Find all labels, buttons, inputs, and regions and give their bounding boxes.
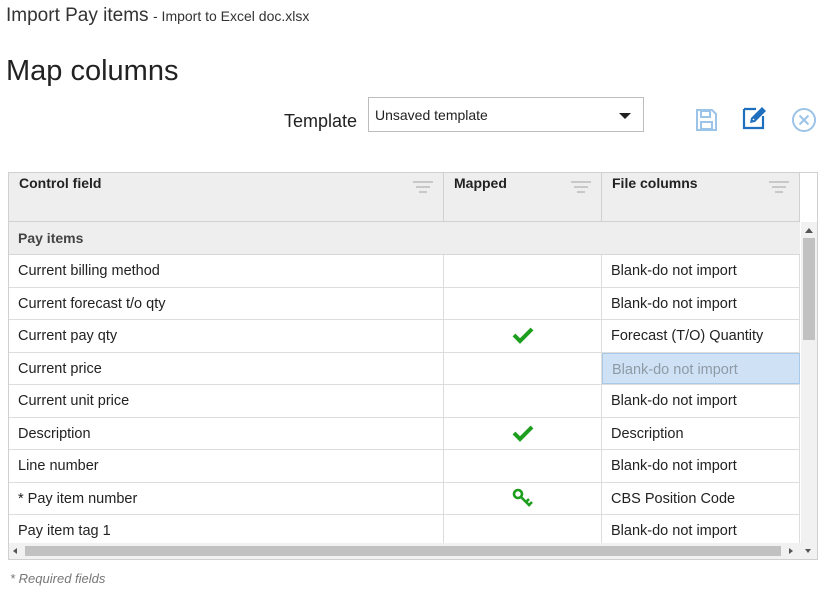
mapped-cell (444, 385, 602, 417)
table-row[interactable]: * Pay item number CBS Position Code (9, 482, 800, 515)
required-fields-note: * Required fields (10, 571, 106, 586)
mapped-cell (444, 482, 602, 514)
mapped-cell (444, 255, 602, 287)
table-row[interactable]: Current pay qty Forecast (T/O) Quantity (9, 320, 800, 353)
table-row[interactable]: Pay item tag 1 Blank-do not import (9, 515, 800, 543)
file-column-cell[interactable]: Blank-do not import (602, 255, 800, 287)
file-column-cell[interactable]: Description (602, 417, 800, 449)
column-header-mapped[interactable]: Mapped (444, 173, 602, 222)
page-title: Map columns (6, 55, 179, 87)
mapped-cell (444, 320, 602, 352)
save-icon (696, 109, 717, 131)
file-column-cell[interactable]: Blank-do not import (602, 385, 800, 417)
table-row[interactable]: Current forecast t/o qty Blank-do not imp… (9, 287, 800, 320)
filter-icon[interactable] (571, 181, 591, 195)
file-column-cell[interactable]: Blank-do not import (602, 450, 800, 482)
key-icon (512, 488, 534, 514)
mapped-cell (444, 287, 602, 319)
close-template-button[interactable] (791, 107, 817, 133)
table-row[interactable]: Description Description (9, 417, 800, 450)
file-column-cell[interactable]: Forecast (T/O) Quantity (602, 320, 800, 352)
scroll-right-icon[interactable] (789, 548, 793, 554)
table-row[interactable]: Current billing method Blank-do not impor… (9, 255, 800, 288)
scroll-down-icon[interactable] (805, 549, 811, 553)
dialog-header: Import Pay items - Import to Excel doc.x… (6, 5, 309, 27)
dialog-subtitle: - Import to Excel doc.xlsx (153, 8, 310, 24)
mapping-grid: Control field Mapped File columns Pay it… (8, 172, 818, 560)
group-row-pay-items[interactable]: Pay items (9, 222, 800, 255)
filter-icon[interactable] (413, 181, 433, 195)
mapped-cell (444, 515, 602, 543)
column-header-label: Control field (19, 175, 102, 191)
checkmark-icon (512, 326, 534, 348)
grid-body: Current billing method Blank-do not impor… (9, 255, 800, 543)
file-column-cell[interactable]: Blank-do not import (602, 287, 800, 319)
horizontal-scrollbar[interactable] (9, 543, 817, 559)
control-field-cell: * Pay item number (9, 482, 444, 514)
column-header-file-columns[interactable]: File columns (602, 173, 800, 222)
control-field-cell: Current billing method (9, 255, 444, 287)
grid-header: Control field Mapped File columns (9, 173, 800, 222)
template-selected-value: Unsaved template (375, 107, 488, 123)
scrollbar-thumb[interactable] (803, 238, 815, 340)
template-label: Template (284, 111, 358, 131)
mapped-cell (444, 417, 602, 449)
scroll-left-icon[interactable] (13, 548, 17, 554)
save-template-button[interactable] (693, 107, 719, 133)
file-column-cell[interactable]: CBS Position Code (602, 482, 800, 514)
control-field-cell: Current price (9, 352, 444, 384)
checkmark-icon (512, 424, 534, 446)
file-column-cell[interactable]: Blank-do not import (602, 352, 800, 384)
control-field-cell: Line number (9, 450, 444, 482)
filter-icon[interactable] (769, 181, 789, 195)
table-row[interactable]: Current unit price Blank-do not import (9, 385, 800, 418)
chevron-down-icon (619, 113, 631, 119)
control-field-cell: Current unit price (9, 385, 444, 417)
column-header-control-field[interactable]: Control field (9, 173, 444, 222)
mapped-cell (444, 450, 602, 482)
table-row[interactable]: Current price Blank-do not import (9, 352, 800, 385)
control-field-cell: Pay item tag 1 (9, 515, 444, 543)
column-header-label: File columns (612, 175, 698, 191)
file-column-cell[interactable]: Blank-do not import (602, 515, 800, 543)
group-label: Pay items (18, 230, 84, 246)
close-circle-icon (792, 108, 816, 132)
control-field-cell: Current forecast t/o qty (9, 287, 444, 319)
control-field-cell: Description (9, 417, 444, 449)
table-row[interactable]: Line number Blank-do not import (9, 450, 800, 483)
vertical-scrollbar[interactable] (801, 222, 817, 543)
control-field-cell: Current pay qty (9, 320, 444, 352)
template-dropdown[interactable]: Unsaved template (368, 97, 644, 132)
edit-template-button[interactable] (741, 104, 767, 130)
dialog-title: Import Pay items (6, 5, 149, 26)
edit-icon (742, 107, 766, 130)
scrollbar-thumb[interactable] (25, 546, 781, 556)
column-header-label: Mapped (454, 175, 507, 191)
mapped-cell (444, 352, 602, 384)
scroll-up-icon[interactable] (805, 228, 813, 233)
